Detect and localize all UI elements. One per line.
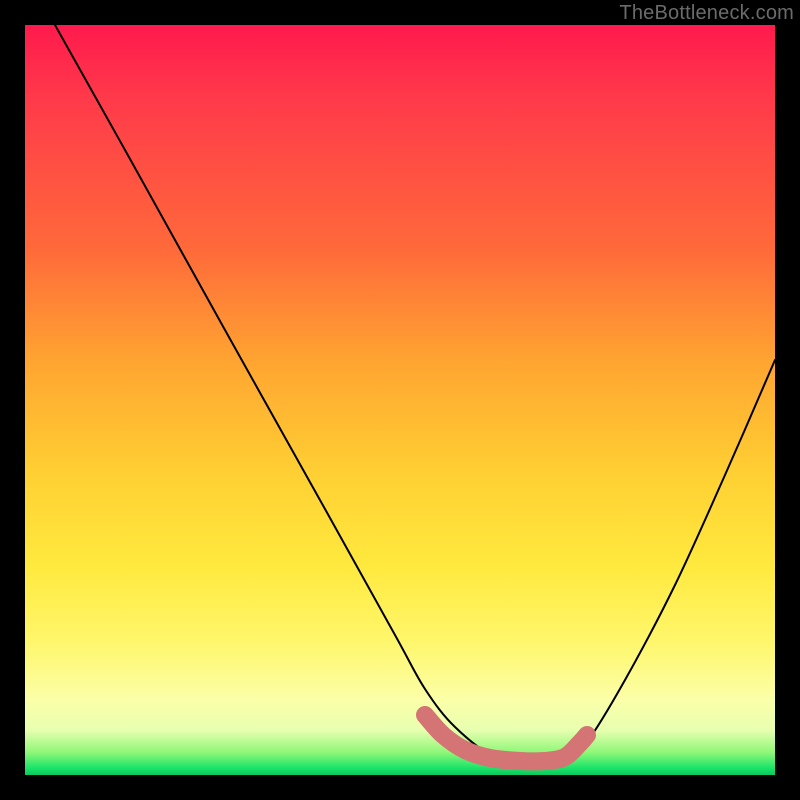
bottleneck-curve [55,25,775,763]
curve-svg [25,25,775,775]
watermark-text: TheBottleneck.com [619,2,794,25]
chart-frame: TheBottleneck.com [0,0,800,800]
plot-area [25,25,775,775]
